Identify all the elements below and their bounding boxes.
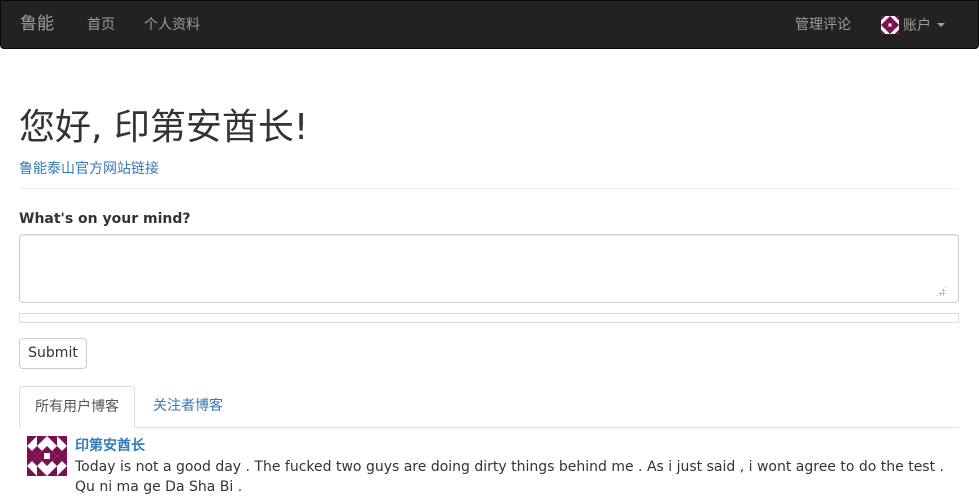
tab-all-users-blogs[interactable]: 所有用户博客 <box>19 386 135 428</box>
post-body-textarea[interactable] <box>19 234 959 303</box>
top-navbar: 鲁能 首页 个人资料 管理评论 账户 <box>0 0 979 49</box>
caret-down-icon <box>937 23 945 27</box>
post-body-text: Today is not a good day . The fucked two… <box>75 459 944 495</box>
header-divider <box>19 188 959 189</box>
page-header: 您好, 印第安酋长! <box>19 104 959 152</box>
resize-grip-icon[interactable] <box>936 286 946 296</box>
user-avatar-icon <box>881 16 899 34</box>
nav-profile-link[interactable]: 个人资料 <box>144 16 200 34</box>
markdown-preview-box <box>19 313 959 323</box>
post-form-label: What's on your mind? <box>19 211 191 227</box>
post-tabs: 所有用户博客 关注者博客 <box>19 386 959 428</box>
nav-home-link[interactable]: 首页 <box>87 16 115 34</box>
greeting-heading: 您好, 印第安酋长! <box>19 107 309 148</box>
tabs-divider <box>19 427 959 428</box>
account-dropdown[interactable]: 账户 <box>881 15 945 35</box>
tab-followed-blogs[interactable]: 关注者博客 <box>138 386 238 427</box>
submit-button[interactable]: Submit <box>19 338 87 369</box>
post-author-link[interactable]: 印第安酋长 <box>75 437 145 455</box>
navbar-brand[interactable]: 鲁能 <box>20 13 54 35</box>
account-label: 账户 <box>903 18 931 34</box>
author-avatar-icon[interactable] <box>27 436 67 476</box>
nav-moderate-comments-link[interactable]: 管理评论 <box>795 16 851 34</box>
official-website-link[interactable]: 鲁能泰山官方网站链接 <box>19 160 159 178</box>
